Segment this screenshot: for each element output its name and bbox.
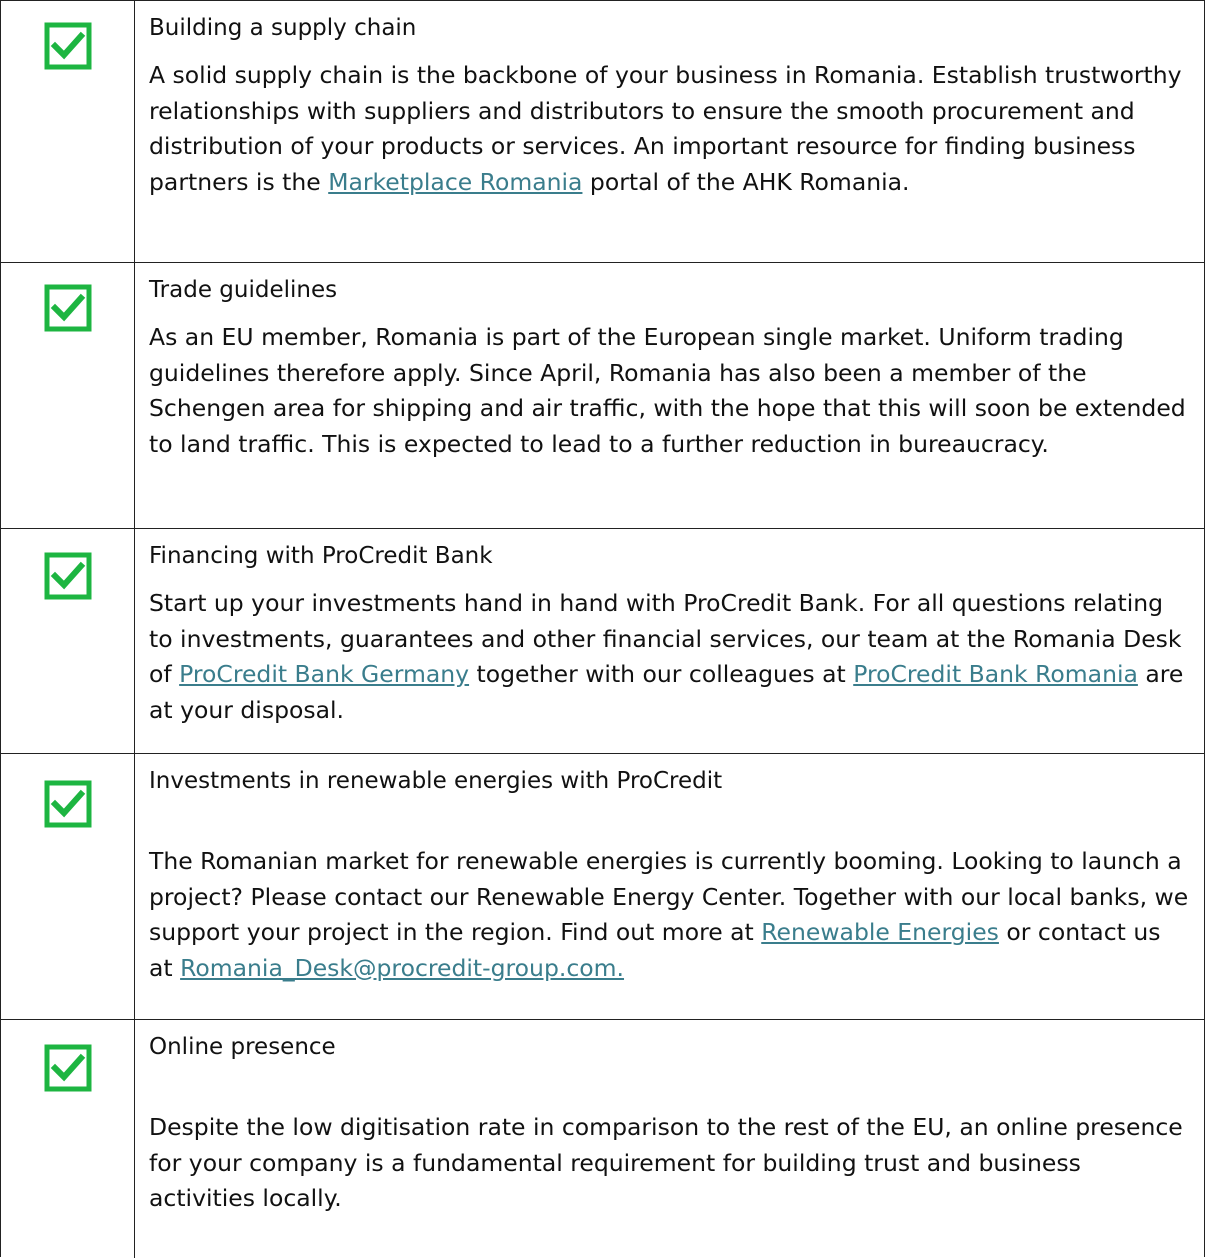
checklist-content: Trade guidelines As an EU member, Romani… bbox=[135, 263, 1204, 528]
checklist-icon-cell bbox=[1, 754, 135, 1019]
checklist-row-renewable-energies: Investments in renewable energies with P… bbox=[1, 754, 1204, 1020]
item-title: Financing with ProCredit Bank bbox=[149, 543, 493, 569]
marketplace-romania-link[interactable]: Marketplace Romania bbox=[328, 168, 582, 196]
item-title: Building a supply chain bbox=[149, 15, 417, 41]
item-description-text: portal of the AHK Romania. bbox=[582, 167, 910, 196]
procredit-bank-romania-link[interactable]: ProCredit Bank Romania bbox=[853, 660, 1138, 688]
item-description: The Romanian market for renewable energi… bbox=[149, 844, 1190, 986]
checked-box-icon bbox=[44, 1044, 92, 1092]
checklist-icon-cell bbox=[1, 1, 135, 262]
checklist-icon-cell bbox=[1, 263, 135, 528]
checklist-icon-cell bbox=[1, 1020, 135, 1258]
procredit-bank-germany-link[interactable]: ProCredit Bank Germany bbox=[179, 660, 469, 688]
checklist-row-trade-guidelines: Trade guidelines As an EU member, Romani… bbox=[1, 263, 1204, 529]
renewable-energies-link[interactable]: Renewable Energies bbox=[761, 918, 999, 946]
checklist-table: Building a supply chain A solid supply c… bbox=[0, 0, 1205, 1258]
item-description: Start up your investments hand in hand w… bbox=[149, 586, 1190, 728]
checklist-row-financing: Financing with ProCredit Bank Start up y… bbox=[1, 529, 1204, 754]
item-description: Despite the low digitisation rate in com… bbox=[149, 1113, 1183, 1212]
item-title: Investments in renewable energies with P… bbox=[149, 768, 723, 794]
item-description: As an EU member, Romania is part of the … bbox=[149, 323, 1186, 458]
item-title: Trade guidelines bbox=[149, 277, 338, 303]
checked-box-icon bbox=[44, 780, 92, 828]
checklist-content: Building a supply chain A solid supply c… bbox=[135, 1, 1204, 262]
checklist-content: Investments in renewable energies with P… bbox=[135, 754, 1204, 1019]
checklist-row-supply-chain: Building a supply chain A solid supply c… bbox=[1, 1, 1204, 263]
romania-desk-email-link[interactable]: Romania_Desk@procredit-group.com. bbox=[180, 954, 624, 982]
checklist-row-online-presence: Online presence Despite the low digitisa… bbox=[1, 1020, 1204, 1258]
checked-box-icon bbox=[44, 22, 92, 70]
checklist-content: Financing with ProCredit Bank Start up y… bbox=[135, 529, 1204, 753]
item-title: Online presence bbox=[149, 1034, 336, 1060]
item-description: A solid supply chain is the backbone of … bbox=[149, 58, 1190, 200]
checklist-content: Online presence Despite the low digitisa… bbox=[135, 1020, 1204, 1258]
checked-box-icon bbox=[44, 284, 92, 332]
checklist-icon-cell bbox=[1, 529, 135, 753]
checked-box-icon bbox=[44, 552, 92, 600]
item-description-text: together with our colleagues at bbox=[469, 660, 854, 688]
